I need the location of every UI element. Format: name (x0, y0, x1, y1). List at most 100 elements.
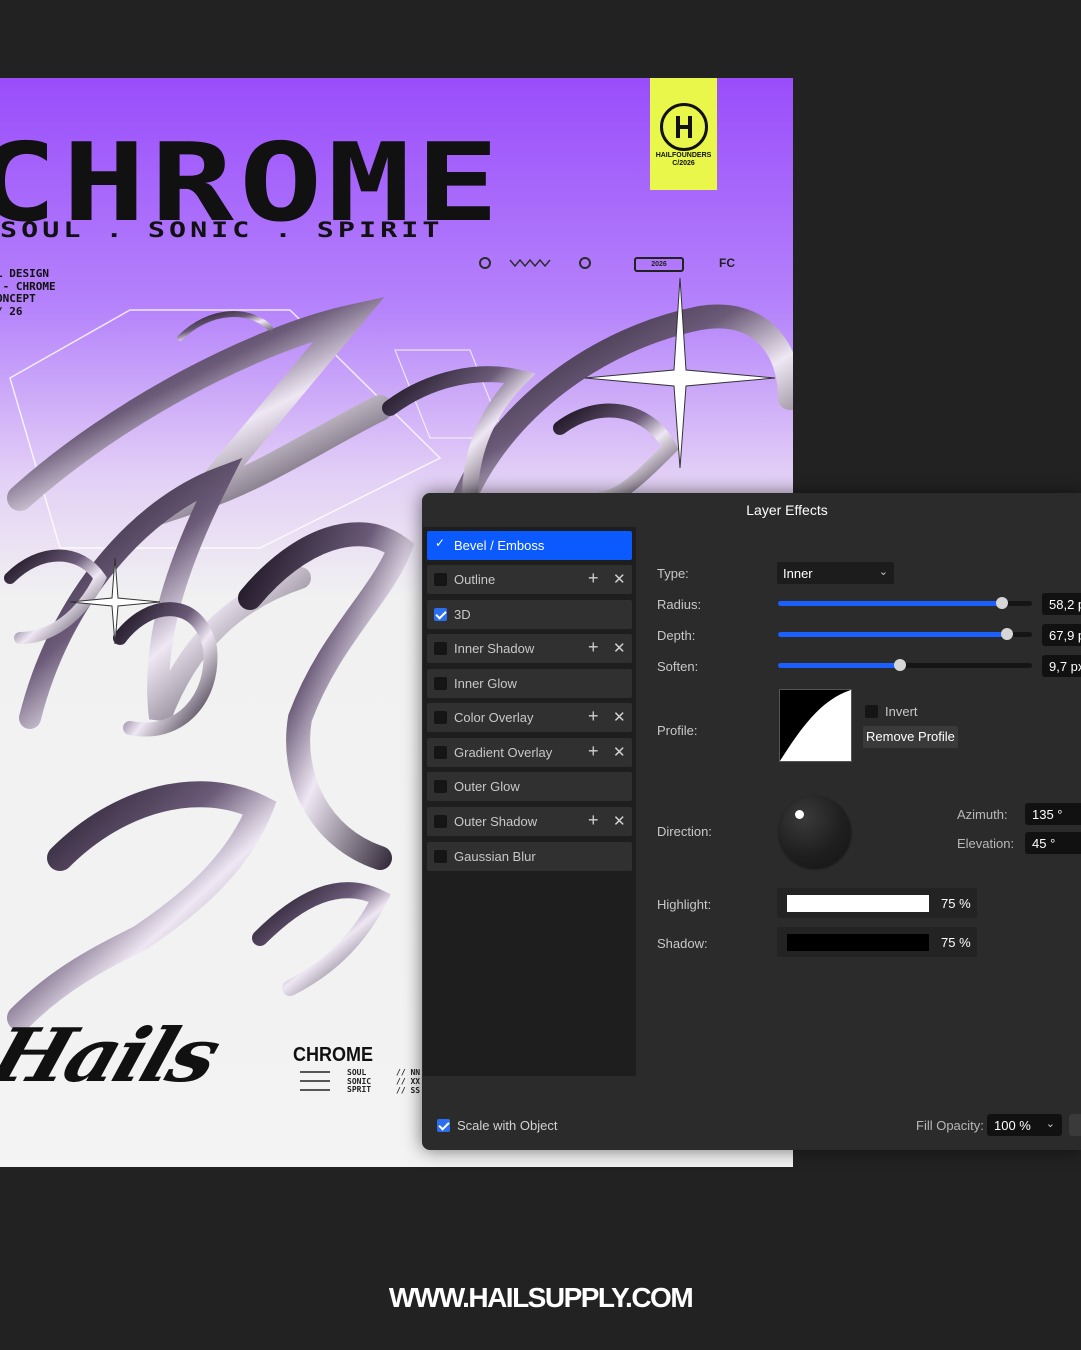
effect-checkbox[interactable] (434, 711, 447, 724)
highlight-label: Highlight: (657, 897, 712, 912)
layer-effects-dialog: Layer Effects ✓ Bevel / Emboss Outline +… (422, 493, 1081, 1150)
direction-handle[interactable] (795, 810, 804, 819)
radius-input[interactable]: 58,2 px (1042, 593, 1081, 615)
chrome-list: SOUL SONIC SPRIT (347, 1068, 372, 1095)
plus-icon[interactable]: + (588, 741, 599, 762)
effect-label: 3D (454, 607, 471, 622)
depth-slider[interactable] (778, 628, 1032, 640)
effect-item-outer-shadow[interactable]: Outer Shadow + ✕ (427, 807, 632, 836)
scale-with-object-label: Scale with Object (457, 1118, 558, 1133)
effect-item-gaussian-blur[interactable]: Gaussian Blur (427, 842, 632, 871)
effect-item-3d[interactable]: 3D (427, 600, 632, 629)
effect-item-outer-glow[interactable]: Outer Glow (427, 772, 632, 801)
slash-codes: // NN // XX // SS (396, 1068, 421, 1095)
effect-item-inner-glow[interactable]: Inner Glow (427, 669, 632, 698)
soften-input[interactable]: 9,7 px (1042, 655, 1081, 677)
effect-checkbox[interactable] (434, 642, 447, 655)
fc-mark: FC (719, 256, 735, 270)
chrome-label: CHROME (293, 1044, 374, 1066)
effect-item-bevel-emboss[interactable]: ✓ Bevel / Emboss (427, 531, 632, 560)
year-tag: 2026 (634, 257, 684, 272)
shadow-label: Shadow: (657, 936, 708, 951)
soften-slider[interactable] (778, 659, 1032, 671)
brand-logo-icon (660, 103, 708, 151)
script-signature: Hails (0, 1012, 228, 1100)
effect-checkbox[interactable] (434, 608, 447, 621)
radius-value: 58,2 px (1049, 597, 1081, 612)
slider-handle[interactable] (893, 659, 906, 671)
effect-checkbox[interactable] (434, 815, 447, 828)
scale-with-object-checkbox[interactable] (437, 1119, 450, 1132)
shadow-row[interactable]: 75 % (777, 927, 977, 957)
effect-checkbox[interactable] (434, 677, 447, 690)
fill-opacity-value: 100 % (994, 1118, 1031, 1133)
type-value: Inner (783, 566, 813, 581)
chevron-down-icon: ⌄ (878, 566, 888, 578)
chevron-down-icon: ⌄ (1045, 1118, 1055, 1130)
depth-label: Depth: (657, 628, 696, 643)
plus-icon[interactable]: + (588, 637, 599, 658)
effect-item-inner-shadow[interactable]: Inner Shadow + ✕ (427, 634, 632, 663)
dialog-title: Layer Effects (746, 502, 828, 518)
effect-label: Gaussian Blur (454, 849, 536, 864)
elevation-label: Elevation: (957, 836, 1015, 851)
dialog-edge-button[interactable] (1069, 1114, 1081, 1136)
type-label: Type: (657, 566, 689, 581)
soften-value: 9,7 px (1049, 659, 1081, 674)
close-icon[interactable]: ✕ (613, 639, 626, 657)
check-icon: ✓ (435, 536, 446, 550)
effect-checkbox[interactable] (434, 780, 447, 793)
effect-label: Outline (454, 572, 496, 587)
effect-label: Bevel / Emboss (454, 538, 545, 553)
badge-text: HAILFOUNDERS C/2026 (655, 152, 712, 167)
effect-label: Outer Shadow (454, 814, 538, 829)
effect-checkbox[interactable] (434, 746, 447, 759)
elevation-value: 45 ° (1032, 836, 1056, 851)
highlight-opacity: 75 % (941, 896, 971, 911)
close-icon[interactable]: ✕ (613, 570, 626, 588)
plus-icon[interactable]: + (588, 810, 599, 831)
effect-item-gradient-overlay[interactable]: Gradient Overlay + ✕ (427, 738, 632, 767)
profile-curve[interactable] (779, 689, 852, 762)
slider-handle[interactable] (1000, 628, 1013, 640)
slider-handle[interactable] (995, 597, 1008, 609)
azimuth-label: Azimuth: (957, 807, 1008, 822)
close-icon[interactable]: ✕ (613, 708, 626, 726)
poster-side-note: L DESIGN - CHROME ONCEPT / 26 (0, 267, 56, 318)
close-icon[interactable]: ✕ (613, 743, 626, 761)
chrome-list-item: SPRIT (347, 1085, 372, 1094)
invert-checkbox[interactable] (865, 705, 878, 718)
brand-badge: HAILFOUNDERS C/2026 (650, 78, 717, 190)
effect-label: Inner Glow (454, 676, 517, 691)
depth-input[interactable]: 67,9 px (1042, 624, 1081, 646)
remove-profile-button[interactable]: Remove Profile (863, 726, 958, 748)
effect-label: Gradient Overlay (454, 745, 553, 760)
elevation-input[interactable]: 45 ° (1025, 832, 1081, 854)
fill-opacity-label: Fill Opacity: (916, 1118, 984, 1133)
highlight-row[interactable]: 75 % (777, 888, 977, 918)
radius-slider[interactable] (778, 597, 1032, 609)
highlight-swatch[interactable] (787, 895, 929, 912)
effect-label: Color Overlay (454, 710, 534, 725)
shadow-opacity: 75 % (941, 935, 971, 950)
plus-icon[interactable]: + (588, 568, 599, 589)
soften-label: Soften: (657, 659, 699, 674)
type-select[interactable]: Inner ⌄ (777, 562, 894, 584)
effect-checkbox[interactable] (434, 850, 447, 863)
effect-label: Inner Shadow (454, 641, 535, 656)
effect-checkbox[interactable] (434, 573, 447, 586)
close-icon[interactable]: ✕ (613, 812, 626, 830)
profile-curve-graphic (780, 690, 851, 761)
effect-item-color-overlay[interactable]: Color Overlay + ✕ (427, 703, 632, 732)
effect-item-outline[interactable]: Outline + ✕ (427, 565, 632, 594)
shadow-swatch[interactable] (787, 934, 929, 951)
direction-control[interactable] (779, 796, 851, 868)
slider-fill (778, 663, 900, 668)
plus-icon[interactable]: + (588, 706, 599, 727)
fill-opacity-select[interactable]: 100 % ⌄ (987, 1114, 1062, 1136)
depth-value: 67,9 px (1049, 628, 1081, 643)
slider-fill (778, 601, 1002, 606)
azimuth-input[interactable]: 135 ° (1025, 803, 1081, 825)
effect-label: Outer Glow (454, 779, 520, 794)
invert-label: Invert (885, 704, 918, 719)
